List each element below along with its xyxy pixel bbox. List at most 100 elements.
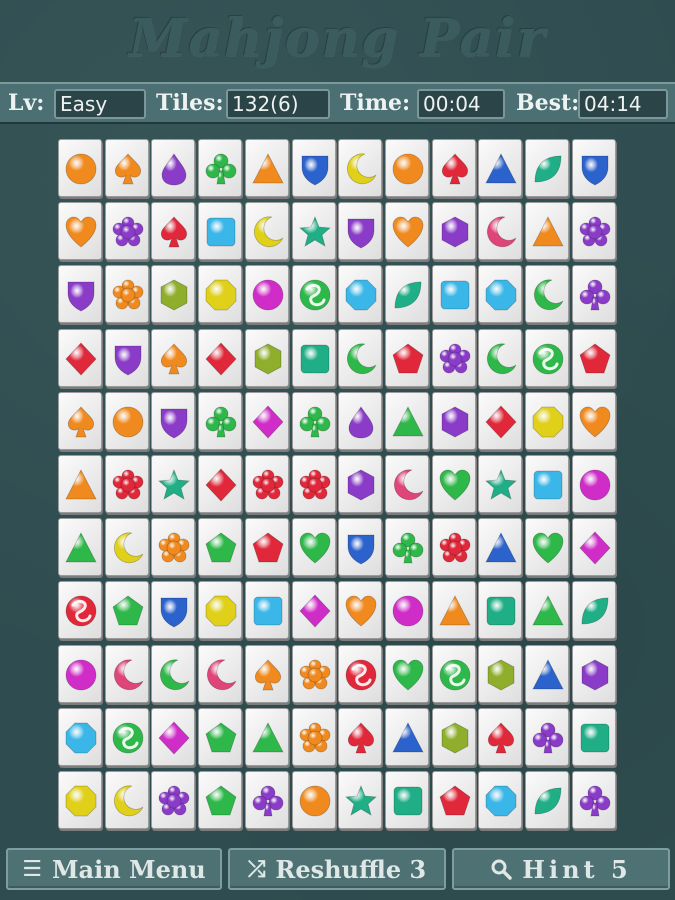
tile[interactable] — [525, 518, 569, 577]
tile[interactable] — [58, 581, 102, 640]
tile[interactable] — [244, 328, 289, 387]
tile[interactable] — [291, 202, 336, 261]
tile[interactable] — [384, 455, 429, 513]
tile[interactable] — [244, 518, 289, 577]
tile[interactable] — [384, 644, 429, 703]
tile[interactable] — [478, 455, 523, 513]
tile[interactable] — [244, 391, 289, 450]
tile[interactable] — [58, 707, 102, 766]
tile[interactable] — [338, 707, 383, 766]
tile[interactable] — [104, 328, 149, 387]
tile[interactable] — [525, 328, 569, 387]
tile[interactable] — [431, 455, 476, 513]
tile[interactable] — [431, 707, 476, 766]
tile[interactable] — [244, 771, 289, 829]
tile[interactable] — [338, 391, 383, 450]
tile[interactable] — [525, 707, 569, 766]
tile[interactable] — [431, 771, 476, 829]
tile[interactable] — [291, 771, 336, 829]
tile[interactable] — [291, 328, 336, 387]
tile[interactable] — [291, 581, 336, 640]
tile[interactable] — [58, 455, 102, 513]
tile[interactable] — [151, 391, 196, 450]
tile[interactable] — [104, 391, 149, 450]
tile[interactable] — [338, 202, 383, 261]
tile[interactable] — [338, 455, 383, 513]
tile[interactable] — [384, 202, 429, 261]
tile[interactable] — [338, 771, 383, 829]
tile[interactable] — [198, 391, 243, 450]
tile[interactable] — [338, 139, 383, 197]
tile[interactable] — [478, 644, 523, 703]
tile[interactable] — [104, 644, 149, 703]
tile[interactable] — [431, 328, 476, 387]
tile[interactable] — [198, 265, 243, 324]
tile[interactable] — [198, 771, 243, 829]
tile[interactable] — [571, 265, 616, 324]
tile[interactable] — [525, 455, 569, 513]
tile[interactable] — [244, 202, 289, 261]
tile[interactable] — [571, 707, 616, 766]
tile[interactable] — [431, 581, 476, 640]
tile[interactable] — [571, 391, 616, 450]
tile[interactable] — [571, 328, 616, 387]
tile[interactable] — [104, 771, 149, 829]
tile[interactable] — [104, 581, 149, 640]
tile[interactable] — [244, 707, 289, 766]
tile[interactable] — [525, 391, 569, 450]
tile[interactable] — [431, 265, 476, 324]
tile[interactable] — [58, 771, 102, 829]
tile[interactable] — [104, 139, 149, 197]
tile[interactable] — [384, 707, 429, 766]
tile[interactable] — [571, 644, 616, 703]
tile[interactable] — [291, 265, 336, 324]
tile[interactable] — [104, 455, 149, 513]
tile[interactable] — [104, 707, 149, 766]
tile[interactable] — [384, 518, 429, 577]
tile[interactable] — [384, 265, 429, 324]
tile[interactable] — [338, 328, 383, 387]
tile[interactable] — [571, 455, 616, 513]
tile[interactable] — [431, 644, 476, 703]
tile[interactable] — [291, 139, 336, 197]
tile[interactable] — [151, 455, 196, 513]
tile[interactable] — [525, 139, 569, 197]
tile[interactable] — [244, 265, 289, 324]
tile[interactable] — [198, 202, 243, 261]
tile[interactable] — [151, 202, 196, 261]
tile[interactable] — [571, 581, 616, 640]
tile[interactable] — [338, 644, 383, 703]
tile[interactable] — [151, 771, 196, 829]
tile[interactable] — [104, 265, 149, 324]
tile[interactable] — [151, 518, 196, 577]
tile[interactable] — [478, 328, 523, 387]
tile[interactable] — [151, 581, 196, 640]
tile[interactable] — [431, 202, 476, 261]
tile[interactable] — [525, 202, 569, 261]
tile[interactable] — [431, 391, 476, 450]
tile[interactable] — [244, 139, 289, 197]
tile[interactable] — [198, 455, 243, 513]
tile[interactable] — [478, 202, 523, 261]
tile[interactable] — [198, 707, 243, 766]
tile[interactable] — [58, 139, 102, 197]
tile[interactable] — [431, 139, 476, 197]
tile[interactable] — [291, 455, 336, 513]
tile[interactable] — [525, 644, 569, 703]
tile[interactable] — [478, 265, 523, 324]
tile[interactable] — [151, 265, 196, 324]
tile[interactable] — [291, 707, 336, 766]
hint-button[interactable]: Hint 5 — [452, 848, 670, 890]
tile[interactable] — [198, 644, 243, 703]
tile[interactable] — [338, 518, 383, 577]
tile[interactable] — [151, 139, 196, 197]
tile[interactable] — [58, 328, 102, 387]
tile[interactable] — [104, 518, 149, 577]
tile[interactable] — [291, 518, 336, 577]
tile[interactable] — [198, 328, 243, 387]
tile[interactable] — [478, 139, 523, 197]
reshuffle-button[interactable]: ⤮ Reshuffle 3 — [228, 848, 446, 890]
tile[interactable] — [291, 644, 336, 703]
tile[interactable] — [244, 455, 289, 513]
tile[interactable] — [384, 771, 429, 829]
